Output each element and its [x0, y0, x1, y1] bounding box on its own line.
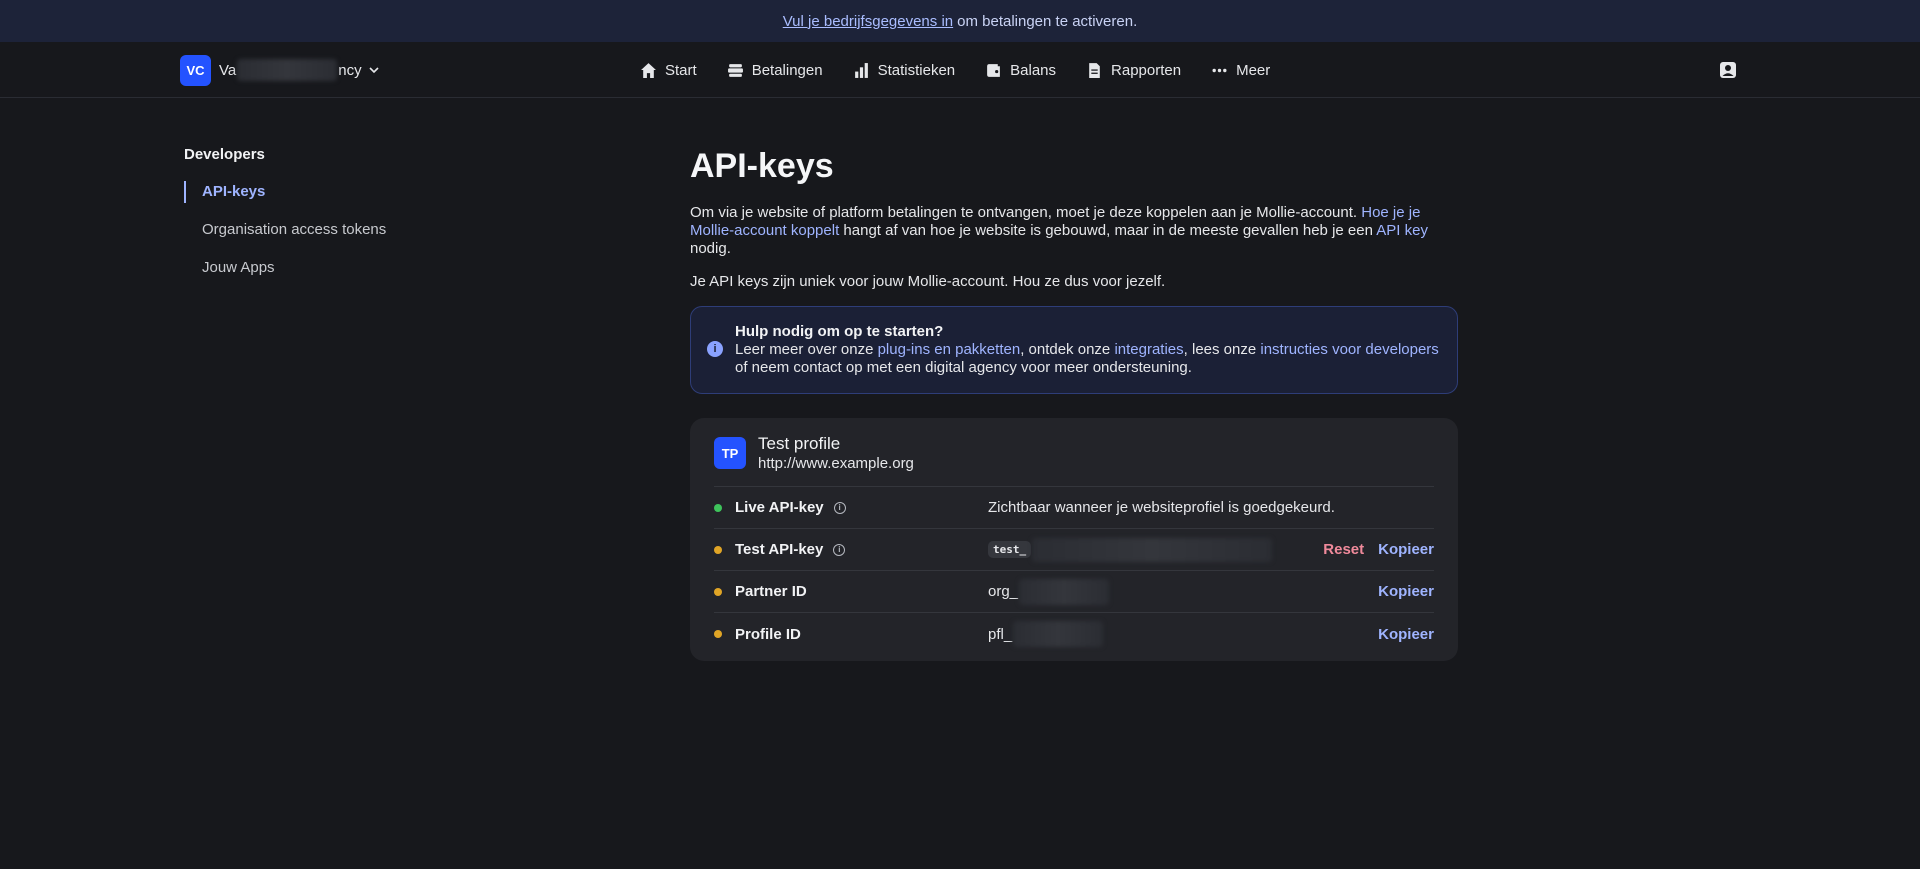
copy-partner-id-button[interactable]: Kopieer — [1378, 583, 1434, 600]
activation-banner: Vul je bedrijfsgegevens in om betalingen… — [0, 0, 1920, 42]
test-api-key-label-wrap: Test API-key i — [735, 541, 988, 558]
nav-start[interactable]: Start — [640, 62, 697, 79]
redacted-profile-id — [1013, 621, 1104, 647]
profile-keys-card: TP Test profile http://www.example.org L… — [690, 418, 1458, 661]
intro-paragraph: Om via je website of platform betalingen… — [690, 204, 1458, 258]
nav-more-label: Meer — [1236, 61, 1271, 79]
profile-info: Test profile http://www.example.org — [758, 434, 914, 474]
redacted-test-key — [1032, 537, 1273, 562]
integrations-link[interactable]: integraties — [1114, 341, 1183, 358]
profile-name: Test profile — [758, 434, 841, 453]
developers-sidebar: Developers API-keys Organisation access … — [184, 146, 444, 295]
info-icon[interactable]: i — [833, 501, 846, 514]
live-api-key-label-wrap: Live API-key i — [735, 499, 988, 516]
nav-statistics-label: Statistieken — [877, 61, 956, 79]
partner-id-label: Partner ID — [735, 583, 807, 600]
wallet-icon — [987, 63, 1001, 77]
copy-profile-id-button[interactable]: Kopieer — [1378, 626, 1434, 643]
sidebar-item-organisation-access-tokens[interactable]: Organisation access tokens — [184, 219, 444, 241]
test-key-actions: Reset Kopieer — [1323, 541, 1434, 558]
sidebar-item-jouw-apps[interactable]: Jouw Apps — [184, 257, 444, 279]
unique-keys-paragraph: Je API keys zijn uniek voor jouw Mollie-… — [690, 273, 1166, 290]
copy-test-key-button[interactable]: Kopieer — [1378, 541, 1434, 558]
main-menu: Start Betalingen Statistieken Balans Rap… — [640, 42, 1270, 98]
live-api-key-row: Live API-key i Zichtbaar wanneer je webs… — [714, 487, 1434, 529]
profile-header: TP Test profile http://www.example.org — [714, 434, 1434, 487]
help-text-4: of neem contact op met een digital agenc… — [735, 359, 1192, 376]
profile-id-value: pfl_ — [988, 621, 1378, 647]
help-callout: i Hulp nodig om op te starten? Leer meer… — [690, 306, 1458, 394]
page-title: API-keys — [690, 147, 834, 185]
org-name-end: ncy — [338, 61, 362, 79]
nav-start-label: Start — [665, 61, 697, 79]
more-dots-icon — [1212, 68, 1227, 72]
profile-id-prefix: pfl_ — [988, 625, 1013, 643]
profile-id-row: Profile ID pfl_ Kopieer — [714, 613, 1434, 655]
partner-id-value: org_ — [988, 578, 1378, 605]
info-icon: i — [707, 341, 723, 357]
help-text-1: Leer meer over onze — [735, 341, 874, 358]
api-key-link[interactable]: API key — [1376, 222, 1428, 239]
main-content: API-keys Om via je website of platform b… — [690, 146, 1458, 661]
partner-id-prefix: org_ — [988, 583, 1019, 600]
profile-id-actions: Kopieer — [1378, 626, 1434, 643]
test-key-prefix: test_ — [988, 541, 1032, 558]
live-api-key-value: Zichtbaar wanneer je websiteprofiel is g… — [988, 499, 1335, 516]
sidebar-heading: Developers — [184, 146, 265, 163]
bar-chart-icon — [854, 62, 868, 78]
test-api-key-label: Test API-key — [735, 541, 824, 558]
nav-more[interactable]: Meer — [1211, 62, 1270, 79]
payments-icon — [727, 63, 743, 77]
partner-id-actions: Kopieer — [1378, 583, 1434, 600]
test-api-key-value: test_ — [988, 537, 1323, 562]
nav-balance[interactable]: Balans — [985, 62, 1056, 79]
intro-text-2: hangt af van hoe je website is gebouwd, … — [843, 222, 1373, 239]
org-name-start: Va — [219, 61, 237, 79]
nav-reports-label: Rapporten — [1111, 61, 1182, 79]
org-avatar: VC — [180, 54, 211, 86]
profile-avatar: TP — [714, 437, 746, 469]
help-text-2: , ontdek onze — [1020, 341, 1111, 358]
test-api-key-row: Test API-key i test_ Reset Kopieer — [714, 529, 1434, 571]
company-details-link[interactable]: Vul je bedrijfsgegevens in — [783, 13, 953, 30]
top-navigation: VC Va ncy Start Betalingen Statistieken … — [0, 42, 1920, 98]
live-api-key-label: Live API-key — [735, 499, 824, 516]
intro-text-3: nodig. — [690, 240, 731, 257]
nav-reports[interactable]: Rapporten — [1086, 62, 1181, 79]
help-title: Hulp nodig om op te starten? — [735, 323, 944, 340]
plugins-link[interactable]: plug-ins en pakketten — [878, 341, 1021, 358]
redacted-org-name — [237, 59, 338, 81]
help-text: Leer meer over onze plug-ins en pakkette… — [735, 341, 1441, 377]
org-name: Va ncy — [219, 59, 380, 81]
partner-id-row: Partner ID org_ Kopieer — [714, 571, 1434, 613]
chevron-down-icon — [369, 67, 379, 74]
profile-id-label: Profile ID — [735, 625, 801, 643]
profile-status-dot — [714, 630, 722, 638]
banner-text: om betalingen te activeren. — [957, 12, 1138, 30]
document-icon — [1089, 62, 1100, 78]
partner-status-dot — [714, 587, 722, 596]
developer-instructions-link[interactable]: instructies voor developers — [1260, 341, 1438, 358]
user-account-icon[interactable] — [1718, 60, 1738, 80]
nav-payments-label: Betalingen — [751, 61, 823, 79]
intro-text-1: Om via je website of platform betalingen… — [690, 204, 1358, 221]
organization-switcher[interactable]: VC Va ncy — [180, 54, 380, 86]
sidebar-item-api-keys[interactable]: API-keys — [184, 181, 444, 203]
test-status-dot — [714, 545, 722, 554]
info-icon[interactable]: i — [833, 543, 846, 556]
help-text-3: , lees onze — [1183, 341, 1257, 358]
nav-balance-label: Balans — [1010, 61, 1057, 79]
home-icon — [641, 62, 656, 78]
profile-url: http://www.example.org — [758, 455, 914, 472]
reset-test-key-button[interactable]: Reset — [1323, 541, 1364, 558]
live-status-dot — [714, 503, 722, 512]
nav-statistics[interactable]: Statistieken — [853, 61, 956, 79]
redacted-partner-id — [1019, 578, 1110, 605]
nav-payments[interactable]: Betalingen — [727, 62, 823, 79]
